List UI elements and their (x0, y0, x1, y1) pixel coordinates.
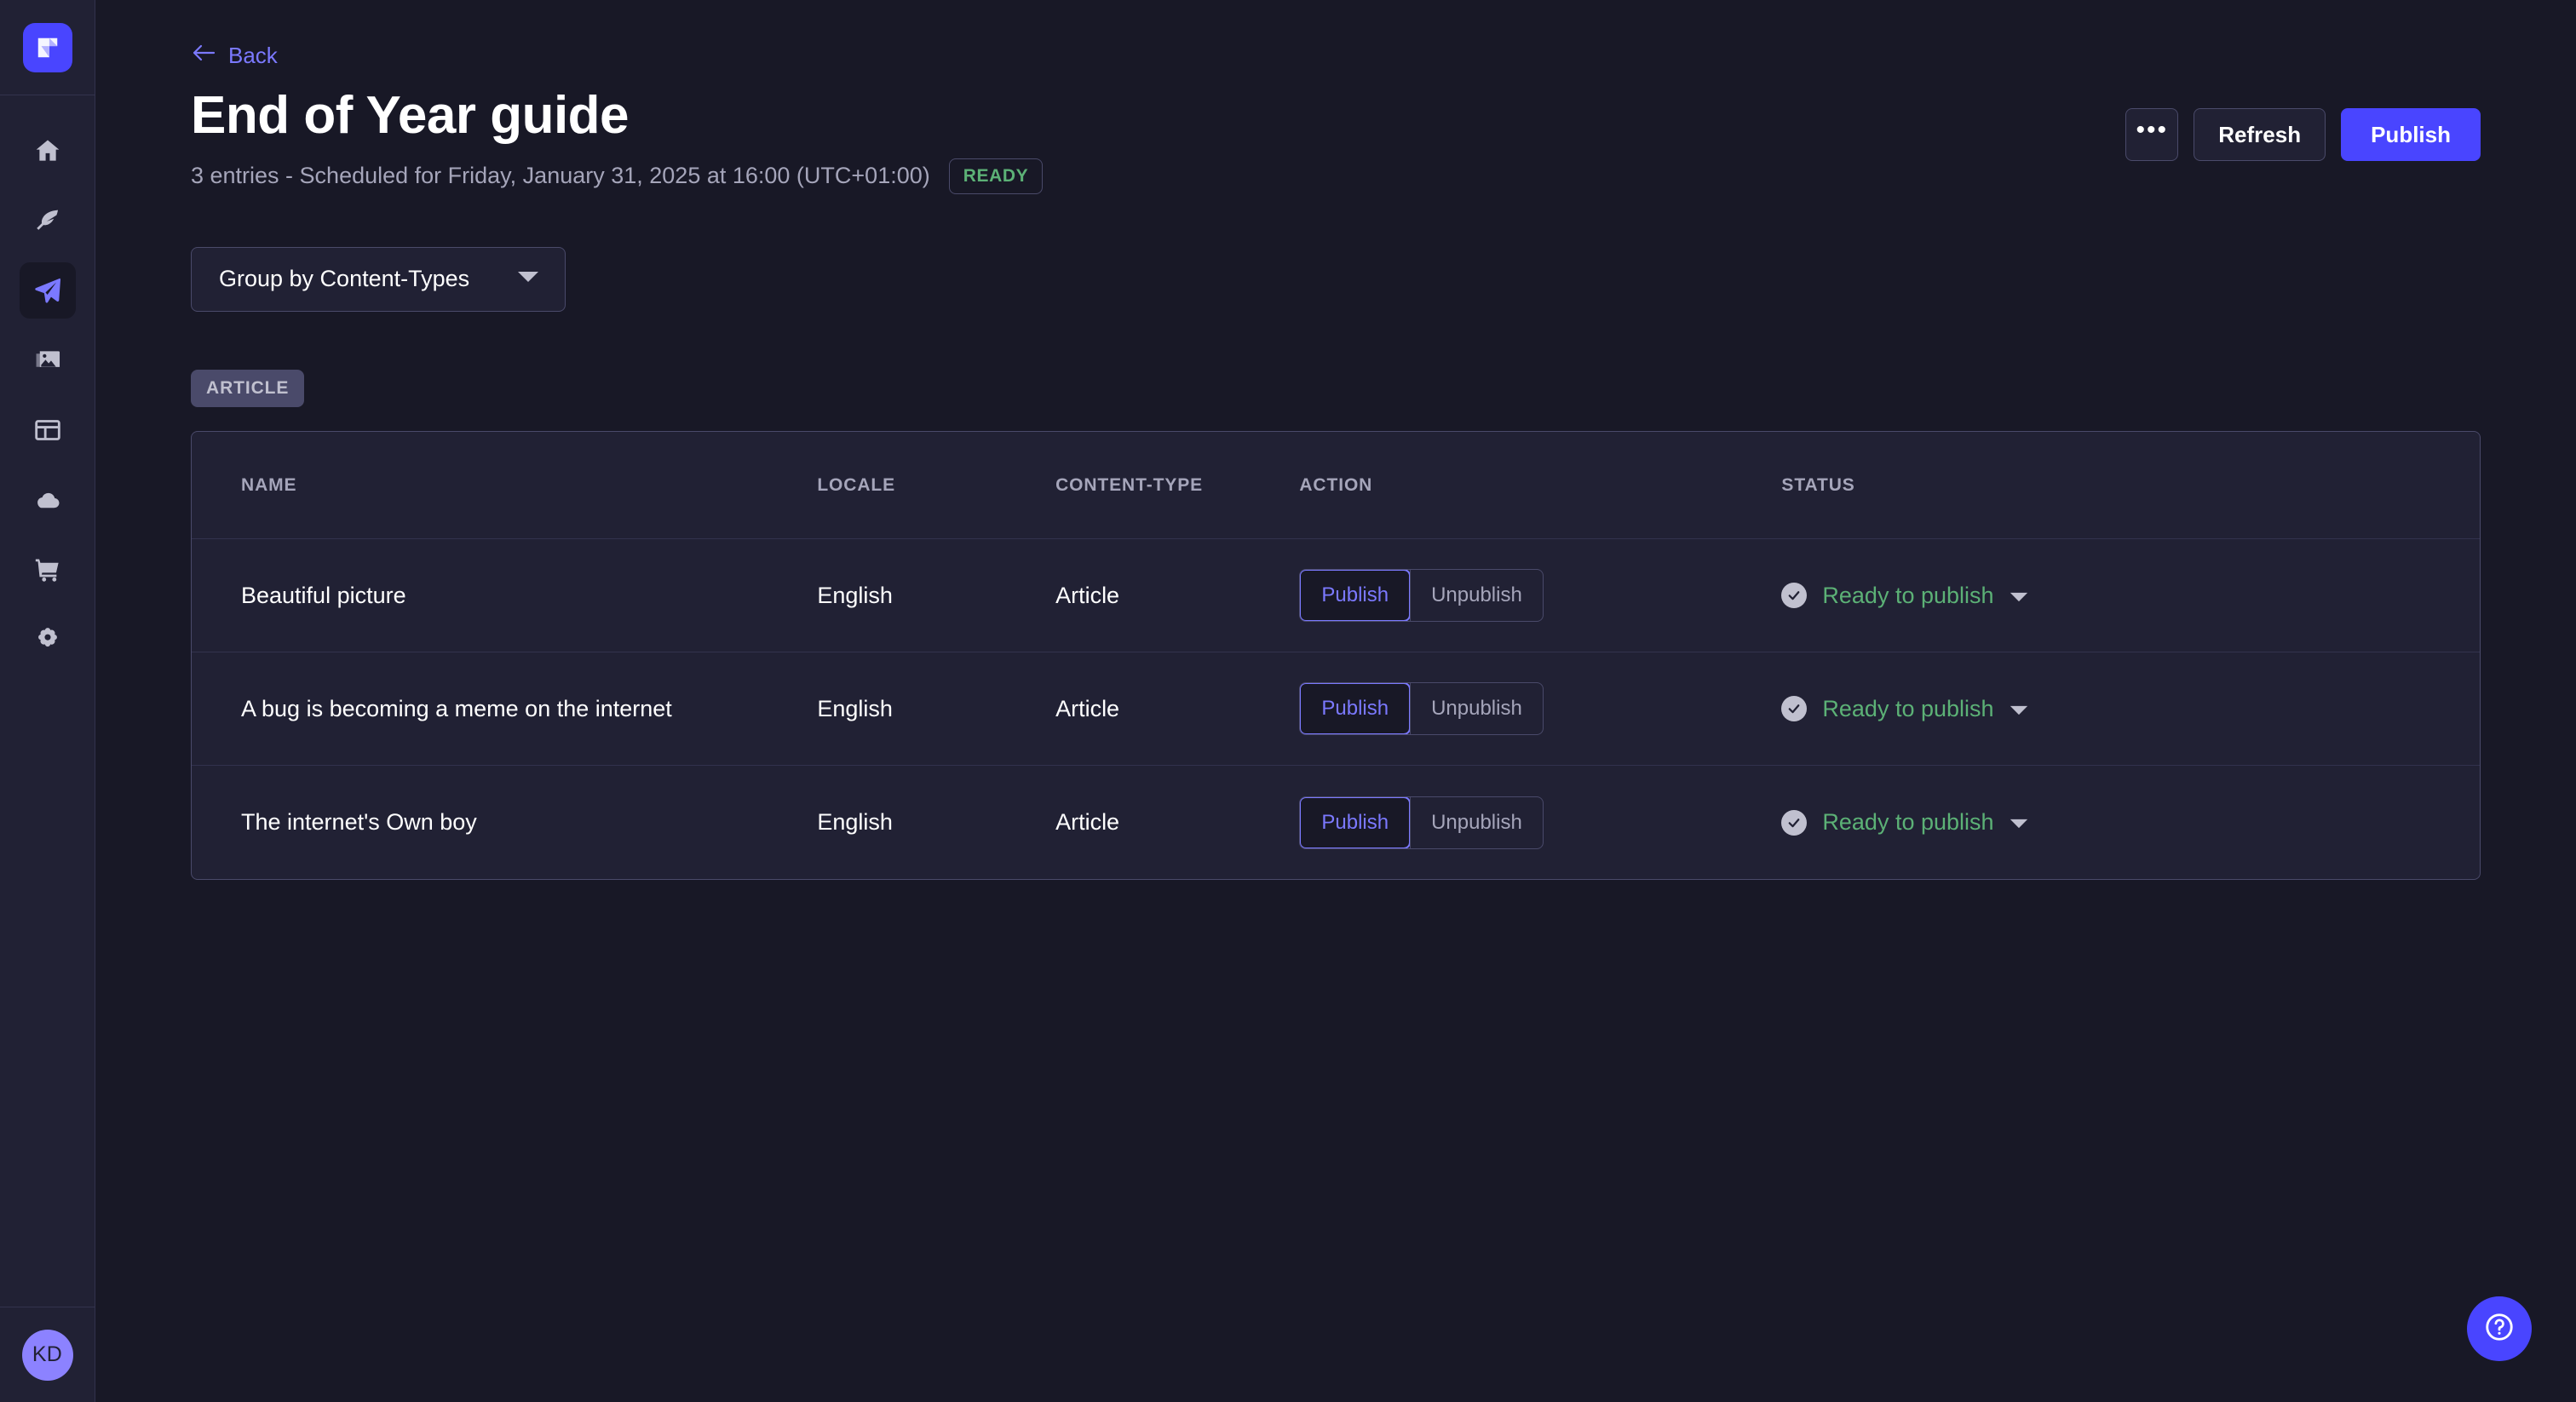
table-head: NAME LOCALE CONTENT-TYPE ACTION STATUS (192, 432, 2480, 539)
unpublish-toggle-button[interactable]: Unpublish (1411, 570, 1543, 621)
feather-icon (33, 206, 62, 235)
cart-icon (33, 555, 62, 584)
cell-status: Ready to publish (1781, 766, 2480, 879)
chevron-down-icon (517, 270, 539, 288)
table-row[interactable]: A bug is becoming a meme on the internet… (192, 652, 2480, 766)
back-button[interactable]: Back (191, 43, 278, 69)
unpublish-toggle-button[interactable]: Unpublish (1411, 797, 1543, 848)
cloud-icon (33, 486, 62, 514)
row-more-button[interactable]: ••• (2480, 682, 2481, 735)
sidebar-item-marketplace[interactable] (20, 542, 76, 598)
column-header-name: NAME (192, 432, 817, 539)
page-header: End of Year guide 3 entries - Scheduled … (191, 88, 2481, 194)
releases-table-card: NAME LOCALE CONTENT-TYPE ACTION STATUS B… (191, 431, 2481, 880)
column-header-status: STATUS (1781, 432, 2480, 539)
unpublish-toggle-button[interactable]: Unpublish (1411, 683, 1543, 734)
status-dropdown[interactable]: Ready to publish (1781, 809, 2480, 836)
cell-content-type: Article (1055, 652, 1299, 766)
header-actions: ••• Refresh Publish (2125, 108, 2481, 161)
group-by-select[interactable]: Group by Content-Types (191, 247, 566, 312)
cell-status: Ready to publish (1781, 539, 2480, 652)
cell-name: The internet's Own boy (192, 766, 817, 879)
arrow-left-icon (191, 43, 216, 69)
cell-status: Ready to publish (1781, 652, 2480, 766)
cell-locale: English (817, 652, 1055, 766)
row-more-button[interactable]: ••• (2480, 796, 2481, 849)
layout-icon (33, 416, 62, 445)
releases-table: NAME LOCALE CONTENT-TYPE ACTION STATUS B… (192, 432, 2480, 879)
chevron-down-icon (2010, 809, 2028, 836)
publish-button[interactable]: Publish (2341, 108, 2481, 161)
sidebar-item-settings[interactable] (20, 612, 76, 668)
table-header-row: NAME LOCALE CONTENT-TYPE ACTION STATUS (192, 432, 2480, 539)
home-icon (33, 136, 62, 165)
sidebar-item-home[interactable] (20, 123, 76, 179)
table-body: Beautiful pictureEnglishArticlePublishUn… (192, 539, 2480, 879)
chevron-down-icon (2010, 583, 2028, 609)
publish-toggle-button[interactable]: Publish (1299, 569, 1411, 622)
sidebar-nav (20, 123, 76, 668)
status-dropdown[interactable]: Ready to publish (1781, 583, 2480, 609)
group-by-select-label: Group by Content-Types (219, 266, 469, 292)
sidebar-avatar-wrap: KD (0, 1307, 95, 1402)
media-icon (33, 346, 62, 375)
page-header-left: End of Year guide 3 entries - Scheduled … (191, 88, 1043, 194)
sidebar-item-content-type-builder[interactable] (20, 402, 76, 458)
cell-content-type: Article (1055, 539, 1299, 652)
column-header-locale: LOCALE (817, 432, 1055, 539)
publish-toggle-group: PublishUnpublish (1299, 682, 1543, 735)
status-label: Ready to publish (1822, 809, 1993, 836)
status-dropdown[interactable]: Ready to publish (1781, 696, 2480, 722)
page-title: End of Year guide (191, 88, 1043, 145)
table-row[interactable]: The internet's Own boyEnglishArticlePubl… (192, 766, 2480, 879)
publish-toggle-group: PublishUnpublish (1299, 569, 1543, 622)
sidebar-item-content-manager[interactable] (20, 192, 76, 249)
gear-icon (33, 625, 62, 654)
cell-action: PublishUnpublish (1299, 539, 1781, 652)
status-badge: READY (949, 158, 1044, 194)
sidebar-item-releases[interactable] (20, 262, 76, 319)
row-more-button[interactable]: ••• (2480, 569, 2481, 622)
sidebar-item-media-library[interactable] (20, 332, 76, 388)
back-button-label: Back (228, 43, 278, 69)
help-button[interactable] (2467, 1296, 2532, 1361)
cell-locale: English (817, 539, 1055, 652)
publish-toggle-button[interactable]: Publish (1299, 682, 1411, 735)
check-circle-icon (1781, 696, 1807, 721)
cell-action: PublishUnpublish (1299, 652, 1781, 766)
sidebar: KD (0, 0, 95, 1402)
main-content: Back End of Year guide 3 entries - Sched… (95, 0, 2576, 1402)
cell-locale: English (817, 766, 1055, 879)
paper-plane-icon (32, 275, 63, 306)
chevron-down-icon (2010, 696, 2028, 722)
column-header-action: ACTION (1299, 432, 1781, 539)
check-circle-icon (1781, 583, 1807, 608)
cell-action: PublishUnpublish (1299, 766, 1781, 879)
cell-name: Beautiful picture (192, 539, 817, 652)
column-header-content-type: CONTENT-TYPE (1055, 432, 1299, 539)
group-tag-article: ARTICLE (191, 370, 304, 407)
more-actions-button[interactable]: ••• (2125, 108, 2178, 161)
refresh-button[interactable]: Refresh (2194, 108, 2326, 161)
publish-toggle-button[interactable]: Publish (1299, 796, 1411, 849)
status-label: Ready to publish (1822, 696, 1993, 722)
cell-content-type: Article (1055, 766, 1299, 879)
table-row[interactable]: Beautiful pictureEnglishArticlePublishUn… (192, 539, 2480, 652)
sidebar-logo-wrap (0, 0, 95, 95)
page-subtitle: 3 entries - Scheduled for Friday, Januar… (191, 163, 930, 189)
strapi-logo-icon[interactable] (23, 23, 72, 72)
check-circle-icon (1781, 810, 1807, 836)
publish-toggle-group: PublishUnpublish (1299, 796, 1543, 849)
sidebar-item-cloud[interactable] (20, 472, 76, 528)
cell-name: A bug is becoming a meme on the internet (192, 652, 817, 766)
status-label: Ready to publish (1822, 583, 1993, 609)
question-mark-icon (2483, 1311, 2516, 1347)
page-subtitle-row: 3 entries - Scheduled for Friday, Januar… (191, 158, 1043, 194)
avatar[interactable]: KD (22, 1330, 73, 1381)
